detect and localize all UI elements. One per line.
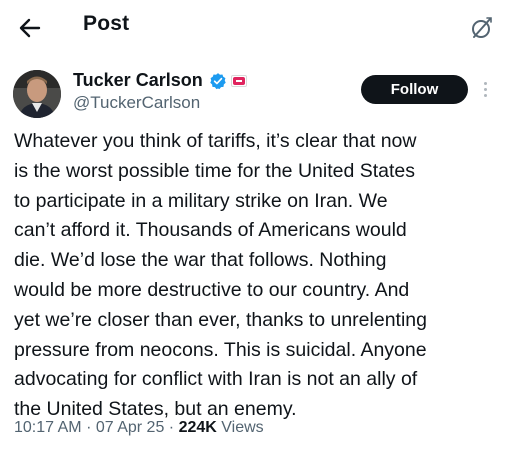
tweet-line: can’t afford it. Thousands of Americans …: [14, 219, 407, 242]
tweet-line: would be more destructive to our country…: [14, 278, 410, 301]
tweet-line: is the worst possible time for the Unite…: [14, 159, 416, 182]
back-button[interactable]: [14, 12, 46, 44]
author-handle[interactable]: @TuckerCarlson: [73, 93, 200, 113]
meta-separator: ·: [86, 419, 92, 436]
top-bar: Post: [0, 0, 509, 54]
author-name[interactable]: Tucker Carlson: [73, 70, 203, 91]
verified-badge-icon: [210, 73, 226, 90]
views-label: Views: [221, 419, 264, 436]
tweet-meta: 10:17 AM · 07 Apr 25 · 224K Views: [14, 419, 264, 437]
tweet-line: to participate in a military strike on I…: [14, 189, 388, 212]
tweet-line: pressure from neocons. This is suicidal.…: [14, 338, 427, 361]
views-count[interactable]: 224K: [179, 419, 217, 436]
grok-button[interactable]: [466, 12, 498, 44]
tweet-text: Whatever you think of tariffs, it’s clea…: [14, 127, 496, 425]
affiliate-badge-icon[interactable]: [231, 75, 247, 87]
page-title: Post: [83, 12, 130, 35]
meta-separator: ·: [168, 419, 175, 436]
arrow-left-icon: [19, 18, 41, 38]
tweet-line: advocating for conflict with Iran is not…: [14, 368, 418, 391]
grok-icon: [472, 17, 492, 38]
tweet-line: yet we’re closer than ever, thanks to un…: [14, 308, 427, 331]
tweet-line: Whatever you think of tariffs, it’s clea…: [14, 130, 417, 152]
tweet-date[interactable]: 07 Apr 25: [96, 419, 165, 436]
more-vertical-icon[interactable]: [478, 76, 492, 102]
tweet-time[interactable]: 10:17 AM: [14, 419, 82, 436]
tweet-line: die. We’d lose the war that follows. Not…: [14, 249, 387, 272]
follow-button[interactable]: Follow: [361, 75, 468, 104]
avatar-image: [13, 70, 61, 118]
avatar[interactable]: [13, 70, 61, 118]
